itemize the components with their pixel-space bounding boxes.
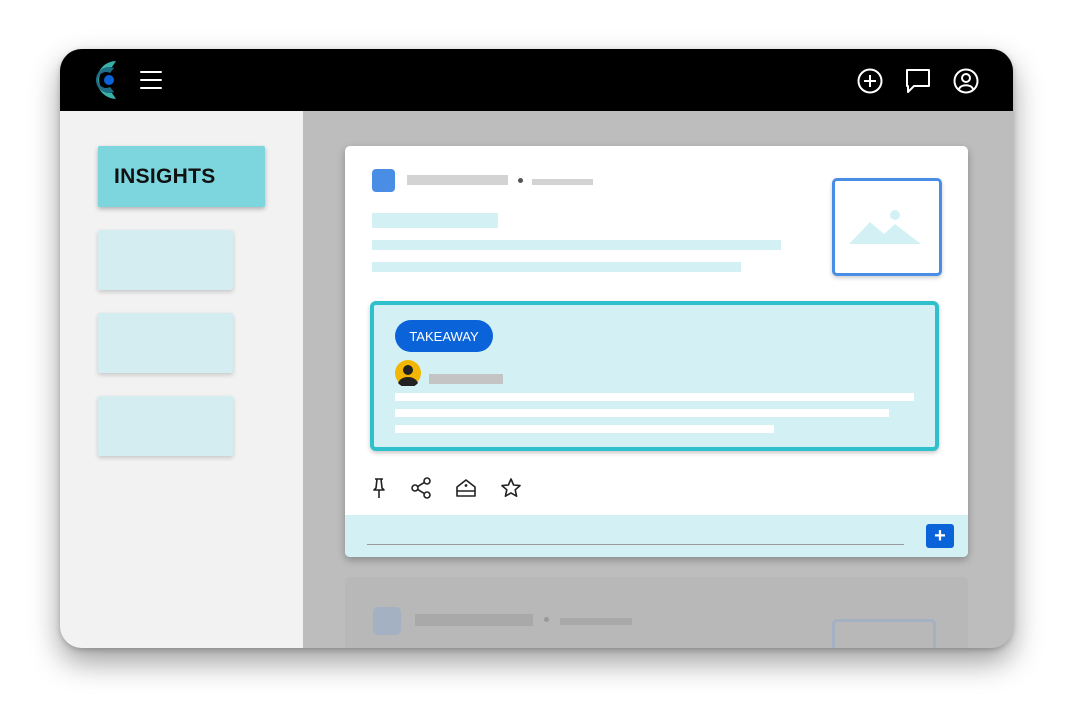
app-logo-icon[interactable] [86,59,122,101]
add-circle-icon[interactable] [856,67,884,95]
image-icon [849,210,921,244]
text-line-placeholder [372,262,741,272]
comment-bar: + [345,515,968,557]
separator-dot [544,617,549,622]
next-card-preview [345,577,968,648]
thumbnail-image [832,619,936,648]
timestamp-placeholder [560,618,632,625]
top-bar [60,49,1013,111]
avatar [395,360,421,386]
star-icon[interactable] [499,476,523,500]
source-avatar [372,169,395,192]
takeaway-box: TAKEAWAY [370,301,939,451]
takeaway-text-line [395,425,774,433]
source-name-placeholder [407,175,508,185]
timestamp-placeholder [532,179,593,185]
sidebar-item-placeholder[interactable] [98,230,233,290]
chat-bubble-icon[interactable] [904,67,932,95]
title-placeholder [372,213,498,228]
thumbnail-image[interactable] [832,178,942,276]
app-window: INSIGHTS TAKEAWAY + [60,49,1013,648]
user-circle-icon[interactable] [952,67,980,95]
takeaway-text-line [395,393,914,401]
sidebar-item-placeholder[interactable] [98,396,233,456]
source-name-placeholder [415,614,533,626]
tag-icon[interactable] [454,476,478,500]
add-comment-button[interactable]: + [926,524,954,548]
takeaway-badge[interactable]: TAKEAWAY [395,320,493,352]
text-line-placeholder [372,240,781,250]
sidebar-item-insights[interactable]: INSIGHTS [98,146,265,207]
sidebar-item-placeholder[interactable] [98,313,233,373]
hamburger-menu-icon[interactable] [140,69,164,91]
pin-icon[interactable] [367,476,391,500]
insight-card[interactable]: TAKEAWAY + [345,146,968,557]
share-icon[interactable] [409,476,433,500]
sidebar-item-label: INSIGHTS [114,164,216,188]
takeaway-text-line [395,409,889,417]
sidebar: INSIGHTS [60,111,303,648]
source-avatar [373,607,401,635]
separator-dot [518,178,523,183]
author-name-placeholder [429,374,503,384]
comment-input[interactable] [367,544,904,545]
